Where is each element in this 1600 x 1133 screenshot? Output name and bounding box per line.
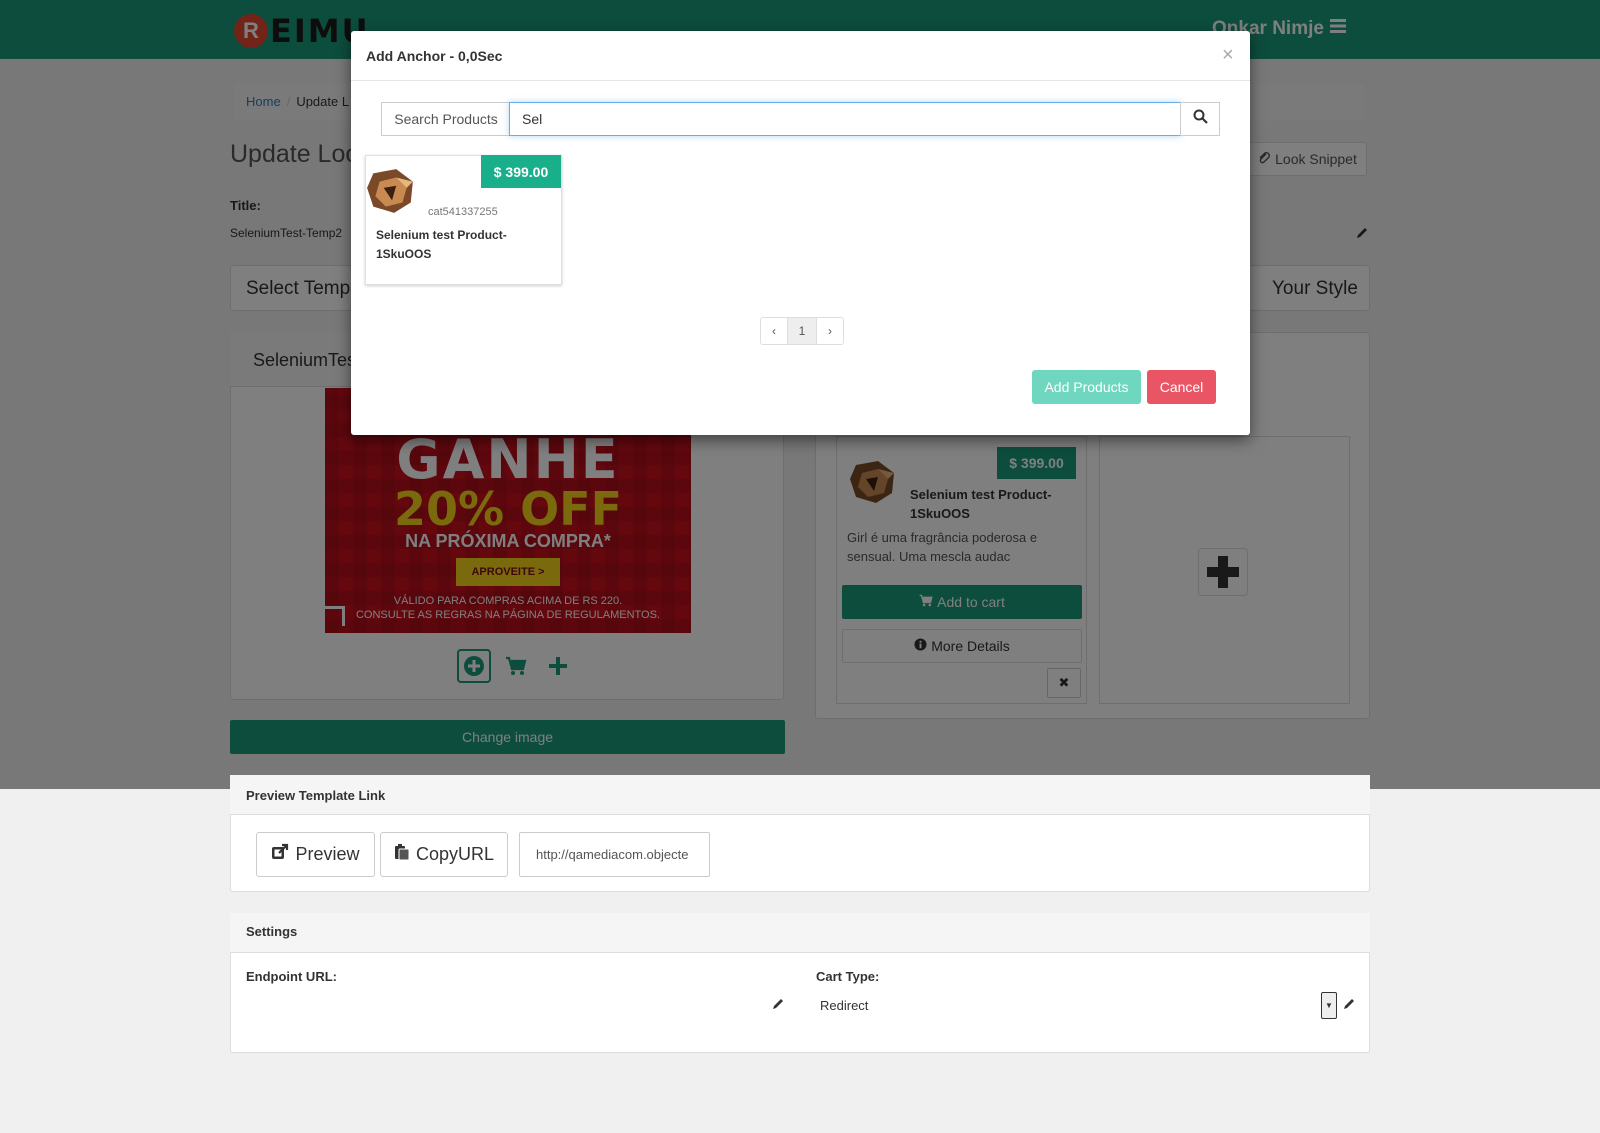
modal-close-icon[interactable]: ×	[1222, 44, 1234, 67]
modal-title: Add Anchor - 0,0Sec	[366, 48, 503, 64]
pencil-icon[interactable]	[1342, 997, 1356, 1014]
copy-url-button[interactable]: CopyURL	[380, 832, 508, 877]
add-products-button[interactable]: Add Products	[1032, 370, 1141, 404]
settings-title: Settings	[246, 924, 298, 939]
endpoint-url-label: Endpoint URL:	[246, 969, 337, 984]
cart-type-label: Cart Type:	[816, 969, 880, 984]
modal-header-divider	[351, 80, 1250, 81]
cancel-button[interactable]: Cancel	[1147, 370, 1216, 404]
pencil-icon[interactable]	[771, 997, 785, 1014]
search-products-label: Search Products	[381, 102, 510, 136]
result-sku: cat541337255	[428, 206, 498, 218]
clipboard-icon	[394, 843, 410, 866]
result-product-image	[365, 167, 417, 215]
pagination-page[interactable]: 1	[787, 318, 817, 344]
preview-url-field[interactable]: http://qamediacom.objecte	[519, 832, 710, 877]
external-link-icon	[271, 843, 289, 866]
pagination: ‹ 1 ›	[760, 317, 844, 345]
cart-type-dropdown-caret-icon[interactable]: ▼	[1321, 992, 1337, 1019]
preview-panel-title: Preview Template Link	[246, 788, 386, 803]
preview-button[interactable]: Preview	[256, 832, 375, 877]
pagination-next[interactable]: ›	[817, 318, 843, 344]
preview-label: Preview	[295, 844, 360, 864]
result-product-name: Selenium test Product-1SkuOOS	[376, 228, 507, 261]
cart-type-value[interactable]: Redirect	[820, 998, 868, 1013]
search-icon	[1193, 109, 1208, 129]
copy-url-label: CopyURL	[415, 844, 495, 864]
result-price-badge: $ 399.00	[481, 155, 561, 188]
pagination-prev[interactable]: ‹	[761, 318, 787, 344]
settings-panel-header	[230, 913, 1370, 953]
preview-panel-header	[230, 775, 1370, 815]
search-products-input[interactable]	[509, 102, 1181, 136]
search-button[interactable]	[1180, 102, 1220, 136]
